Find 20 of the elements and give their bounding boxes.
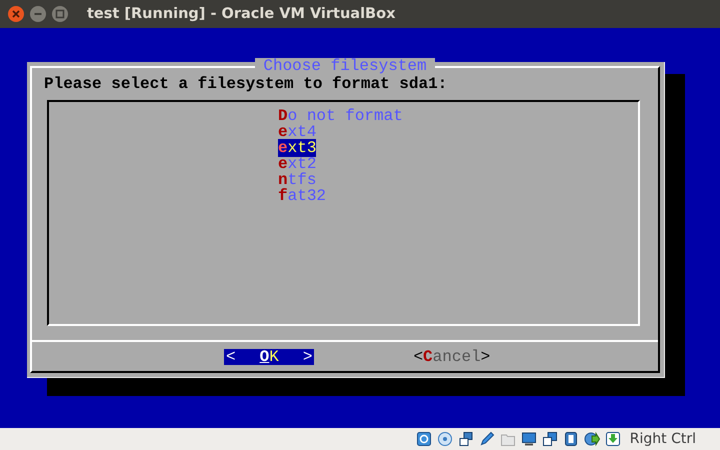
network-icon[interactable] — [458, 431, 474, 447]
list-item[interactable]: ext3 — [278, 139, 316, 157]
close-icon[interactable] — [7, 5, 25, 23]
list-item[interactable]: ntfs — [278, 171, 316, 189]
list-item[interactable]: ext4 — [278, 123, 316, 141]
dialog-button[interactable]: <Cancel> — [413, 348, 490, 364]
download-icon[interactable] — [604, 431, 621, 447]
list-item[interactable]: fat32 — [278, 187, 326, 205]
list-item[interactable]: Do not format — [278, 107, 403, 125]
dialog-title: Choose filesystem — [255, 58, 435, 74]
optical-disc-icon[interactable] — [436, 431, 453, 447]
list-item[interactable]: ext2 — [278, 155, 316, 173]
prompt-text: Please select a filesystem to format sda1: — [44, 76, 448, 92]
minimize-icon[interactable] — [29, 5, 47, 23]
host-key-label: Right Ctrl — [630, 431, 696, 447]
maximize-icon[interactable] — [51, 5, 69, 23]
display-icon[interactable] — [520, 431, 537, 447]
dialog-button[interactable]: < OK > — [224, 348, 314, 364]
window-title: test [Running] - Oracle VM VirtualBox — [87, 6, 396, 22]
windows-icon[interactable] — [542, 431, 558, 447]
